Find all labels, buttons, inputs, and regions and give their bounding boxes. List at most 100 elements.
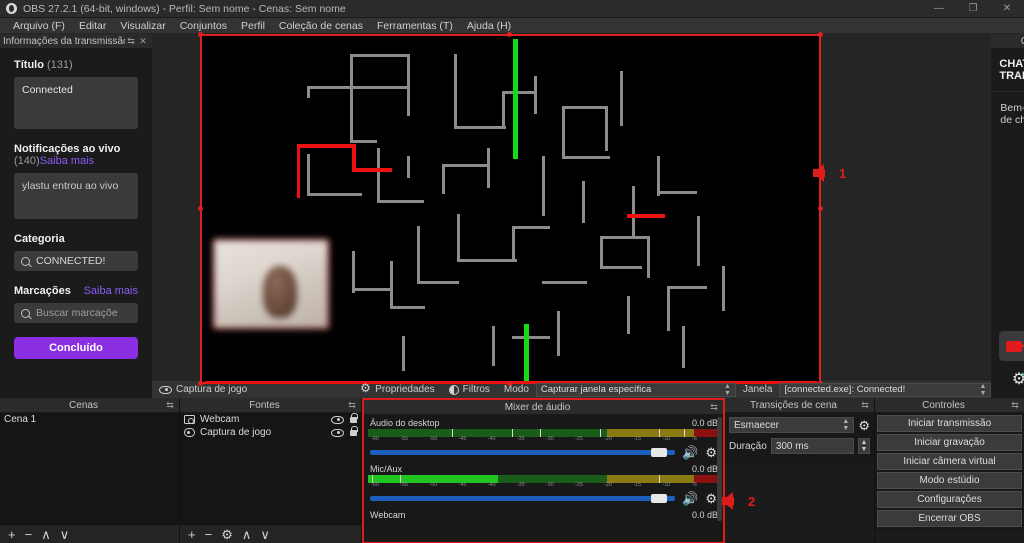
float-dock-icon[interactable]: ⇆ [1009,400,1021,411]
chevron-up-icon[interactable]: ∧ [41,527,51,543]
slider-handle[interactable] [651,494,668,503]
menu-ferramentas[interactable]: Ferramentas (T) [370,18,460,34]
close-button[interactable]: ✕ [990,0,1024,18]
gear-icon[interactable] [1012,369,1024,389]
scenes-dock-header: Cenas ⇆ [0,398,179,413]
gear-icon[interactable]: ⚙ [858,419,870,432]
annotation-arrow-1: 1 [813,164,846,182]
transition-select[interactable]: Esmaecer ▲ ▼ [729,417,855,433]
title-bar: OBS 27.2.1 (64-bit, windows) - Perfil: S… [0,0,1024,18]
sources-list[interactable]: Webcam Captura de jogo [180,413,361,524]
webcam-video-feed [213,239,329,329]
gear-icon[interactable]: ⚙ [705,446,717,459]
channel-volume-slider[interactable] [370,448,676,457]
list-item[interactable]: Cena 1 [0,413,179,426]
exit-obs-button[interactable]: Encerrar OBS [877,510,1022,527]
duration-input[interactable]: 300 ms [770,438,854,454]
notifications-input[interactable]: ylastu entrou ao vivo [14,173,138,219]
speaker-icon[interactable]: 🔊 [682,446,698,459]
menu-arquivo[interactable]: Arquivo (F) [6,18,72,34]
float-dock-icon[interactable]: ⇆ [708,402,720,413]
menu-perfil[interactable]: Perfil [234,18,272,34]
minus-icon[interactable]: − [25,527,33,542]
chevron-down-icon[interactable]: ∨ [260,527,270,543]
mixer-dock-header: Mixer de áudio ⇆ [364,400,723,415]
scene-name: Cena 1 [4,414,37,425]
close-icon[interactable]: ✕ [137,36,149,47]
tags-learn-more-link[interactable]: Saiba mais [84,285,138,297]
selected-source[interactable]: Captura de jogo [152,384,254,395]
chevron-up-icon[interactable]: ∧ [242,527,252,543]
menu-visualizar[interactable]: Visualizar [113,18,172,34]
sources-toolbar: + − ⚙ ∧ ∨ [180,524,361,543]
scenes-list[interactable]: Cena 1 [0,413,179,524]
list-item[interactable]: Captura de jogo [180,425,361,439]
list-item[interactable]: Webcam [180,413,361,426]
notifications-learn-more-link[interactable]: Saiba mais [40,155,94,167]
menu-conjuntos[interactable]: Conjuntos [173,18,234,34]
category-value: CONNECTED! [36,255,106,267]
minimize-button[interactable]: — [922,0,956,18]
duration-stepper[interactable]: ▲ ▼ [858,438,870,454]
start-streaming-button[interactable]: Iniciar transmissão [877,415,1022,432]
transitions-dock-title: Transições de cena [750,399,837,411]
stream-info-dock-title: Informações da transmissão [3,35,125,47]
category-input[interactable]: CONNECTED! [14,251,138,271]
maximize-button[interactable]: ❐ [956,0,990,18]
properties-label: Propriedades [375,384,435,395]
notifications-char-count: (140) [14,155,40,167]
controls-dock-header: Controles ⇆ [875,398,1024,413]
lock-icon[interactable] [350,413,358,423]
minus-icon[interactable]: − [205,527,213,542]
gear-icon[interactable]: ⚙ [221,527,233,543]
float-dock-icon[interactable]: ⇆ [859,400,871,411]
obs-logo-icon [6,3,17,14]
settings-button[interactable]: Configurações [877,491,1022,508]
lock-icon[interactable] [350,425,358,436]
start-recording-button[interactable]: Iniciar gravação [877,434,1022,451]
chat-heading: CHAT DA TRANSMISSÃO [991,49,1024,92]
slider-handle[interactable] [651,448,668,457]
chevron-down-icon[interactable]: ∨ [60,527,70,543]
filters-button[interactable]: Filtros [442,384,497,395]
channel-db: 0.0 dB [691,464,718,474]
stream-title-input[interactable]: Connected [14,77,138,129]
gear-icon[interactable]: ⚙ [705,492,717,505]
sources-dock-title: Fontes [249,399,280,411]
scenes-toolbar: + − ∧ ∨ [0,524,179,543]
preview-canvas[interactable] [198,32,823,386]
channel-volume-slider[interactable] [370,494,676,503]
controls-body: Iniciar transmissão Iniciar gravação Ini… [875,413,1024,531]
menu-bar: Arquivo (F) Editar Visualizar Conjuntos … [0,18,1024,34]
notifications-label-text: Notificações ao vivo [14,143,121,155]
chevron-down-icon: ▲ ▼ [842,418,850,432]
speaker-icon[interactable]: 🔊 [682,492,698,505]
properties-button[interactable]: Propriedades [354,381,441,396]
channel-name: Mic/Aux [370,464,403,474]
maze-game-capture [202,36,819,384]
float-dock-icon[interactable]: ⇆ [346,400,358,411]
duration-value: 300 ms [775,440,809,452]
float-dock-icon[interactable]: ⇆ [125,36,137,47]
mixer-channel-desktop: Áudio do desktop 0.0 dB -60 -55 -50 -45 … [368,417,719,462]
window-select[interactable]: [connected.exe]: Connected! ▲ ▼ [779,382,992,397]
plus-icon[interactable]: + [8,527,16,542]
mode-select[interactable]: Capturar janela específica ▲ ▼ [535,382,736,397]
transitions-dock: Transições de cena ⇆ Esmaecer ▲ ▼ ⚙ Duraç… [725,398,875,543]
tags-field-label: Marcações Saiba mais [14,285,138,297]
menu-editar[interactable]: Editar [72,18,113,34]
plus-icon[interactable]: + [188,527,196,542]
done-button[interactable]: Concluído [14,337,138,359]
annotation-arrow-2: 2 [722,492,755,510]
annotation-1-label: 1 [839,165,847,181]
float-dock-icon[interactable]: ⇆ [164,400,176,411]
studio-mode-button[interactable]: Modo estúdio [877,472,1022,489]
chat-dock: Chat ⇆ ✕ CHAT DA TRANSMISSÃO Bem-vindo à… [991,34,1024,398]
chat-message-input[interactable]: Envie uma mensagem ▲▼ [999,331,1024,361]
eye-icon[interactable] [331,415,344,424]
tags-search-input[interactable]: Buscar marcaçõe [14,303,138,323]
start-virtual-camera-button[interactable]: Iniciar câmera virtual [877,453,1022,470]
menu-colecao-de-cenas[interactable]: Coleção de cenas [272,18,370,34]
eye-icon[interactable] [331,428,344,437]
sources-dock-header: Fontes ⇆ [180,398,361,413]
